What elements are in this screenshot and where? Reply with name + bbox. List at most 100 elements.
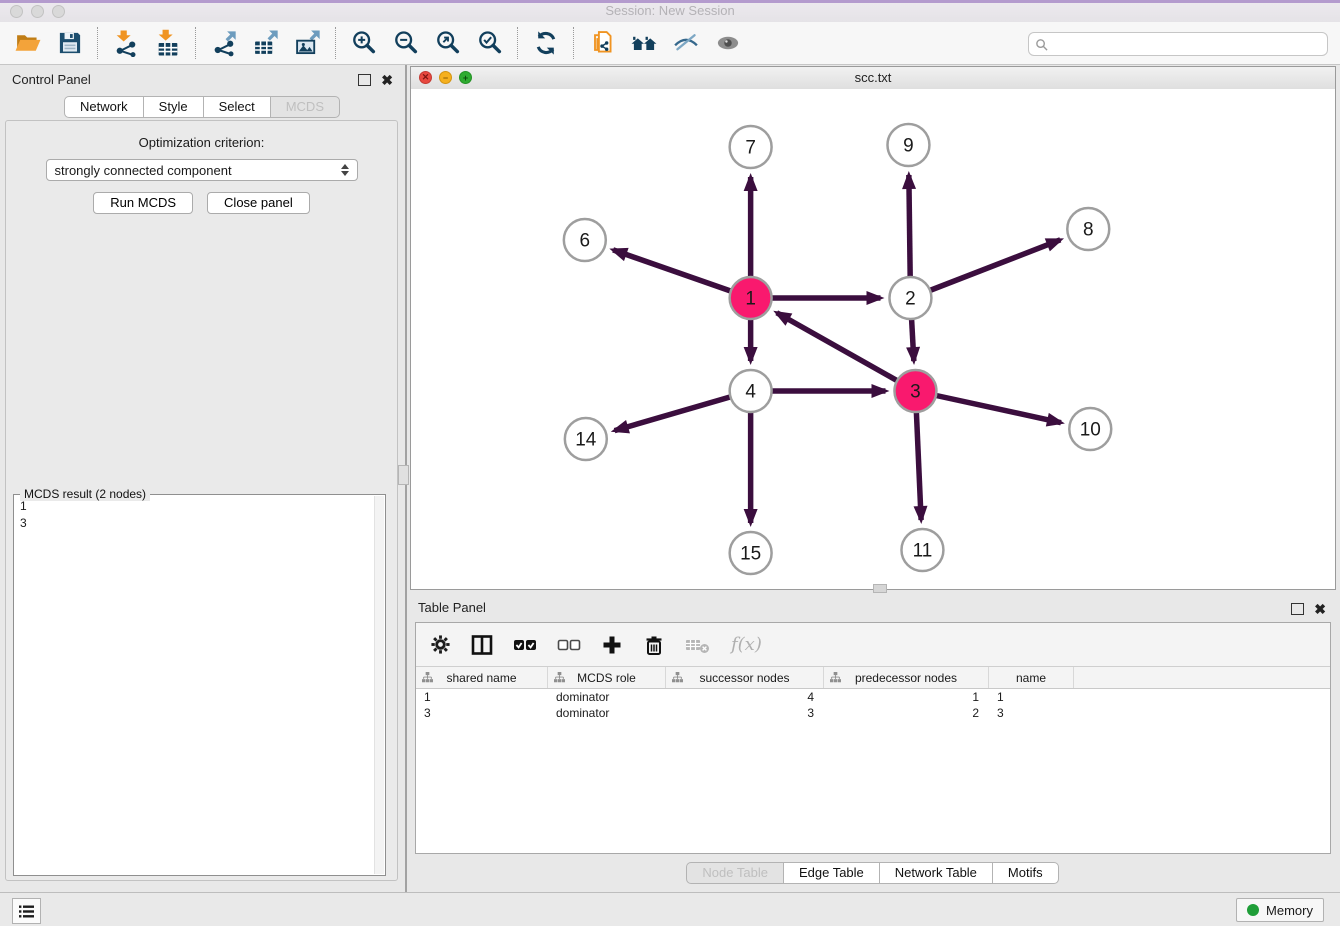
- table-panel: Table Panel ✖: [410, 595, 1336, 893]
- cell-shared-name[interactable]: 1: [416, 689, 548, 705]
- eye-icon: [714, 29, 742, 57]
- import-network-button[interactable]: [108, 25, 144, 61]
- network-canvas[interactable]: 1234678910111415: [411, 89, 1335, 589]
- column-header-filler: [1074, 667, 1330, 688]
- main-toolbar: [0, 22, 1340, 65]
- refresh-button[interactable]: [528, 25, 564, 61]
- node-label-1: 1: [745, 288, 756, 309]
- edge-3-10[interactable]: [915, 391, 1061, 423]
- column-header-mcds-role[interactable]: MCDS role: [548, 667, 666, 688]
- node-label-2: 2: [905, 288, 916, 309]
- tab-mcds[interactable]: MCDS: [270, 96, 340, 118]
- tab-select[interactable]: Select: [203, 96, 271, 118]
- eye-slash-icon: [672, 29, 700, 57]
- reset-layout-button[interactable]: [626, 25, 662, 61]
- column-label: predecessor nodes: [855, 671, 957, 685]
- table-row[interactable]: 3 dominator 3 2 3: [416, 705, 1330, 721]
- column-header-name[interactable]: name: [989, 667, 1074, 688]
- network-table-divider-grip[interactable]: [873, 584, 887, 593]
- cell-mcds-role[interactable]: dominator: [548, 705, 666, 721]
- delete-table-icon: [685, 634, 711, 656]
- edge-2-8[interactable]: [910, 240, 1060, 298]
- export-table-button[interactable]: [248, 25, 284, 61]
- memory-status-icon: [1247, 904, 1259, 916]
- panel-divider-grip[interactable]: [398, 465, 409, 485]
- zoom-in-button[interactable]: [346, 25, 382, 61]
- gear-icon: [430, 634, 451, 655]
- refresh-icon: [532, 29, 560, 57]
- network-view-title: scc.txt: [411, 67, 1335, 88]
- table-panel-title: Table Panel: [418, 595, 486, 621]
- window-title: Session: New Session: [0, 0, 1340, 22]
- import-table-button[interactable]: [150, 25, 186, 61]
- hide-panels-button[interactable]: [668, 25, 704, 61]
- function-builder-button[interactable]: f(x): [731, 634, 762, 655]
- toolbar-separator: [335, 27, 337, 59]
- toolbar-separator: [573, 27, 575, 59]
- column-header-successor-nodes[interactable]: successor nodes: [666, 667, 824, 688]
- column-label: MCDS role: [577, 671, 636, 685]
- zoom-selected-button[interactable]: [472, 25, 508, 61]
- duplicate-network-icon: [588, 29, 616, 57]
- show-columns-button[interactable]: [471, 634, 493, 656]
- table-panel-close-button[interactable]: ✖: [1314, 604, 1326, 614]
- cell-successor-nodes[interactable]: 4: [666, 689, 824, 705]
- table-toolbar: f(x): [416, 623, 1330, 667]
- memory-button[interactable]: Memory: [1236, 898, 1324, 922]
- mcds-result-box[interactable]: MCDS result (2 nodes) 1 3: [13, 494, 386, 876]
- cell-shared-name[interactable]: 3: [416, 705, 548, 721]
- column-header-shared-name[interactable]: shared name: [416, 667, 548, 688]
- export-image-button[interactable]: [290, 25, 326, 61]
- search-box[interactable]: [1028, 32, 1328, 56]
- column-header-predecessor-nodes[interactable]: predecessor nodes: [824, 667, 989, 688]
- status-menu-button[interactable]: [12, 898, 41, 924]
- column-type-icon: [554, 672, 565, 683]
- tab-edge-table[interactable]: Edge Table: [783, 862, 880, 884]
- tab-network-table[interactable]: Network Table: [879, 862, 993, 884]
- criterion-select[interactable]: strongly connected component: [46, 159, 358, 181]
- select-all-columns-button[interactable]: [513, 634, 537, 656]
- cell-name[interactable]: 1: [989, 689, 1074, 705]
- tab-motifs[interactable]: Motifs: [992, 862, 1059, 884]
- cell-mcds-role[interactable]: dominator: [548, 689, 666, 705]
- zoom-fit-button[interactable]: [430, 25, 466, 61]
- close-panel-button[interactable]: Close panel: [207, 192, 310, 214]
- table-panel-tabs: Node Table Edge Table Network Table Moti…: [410, 862, 1336, 884]
- export-network-icon: [210, 29, 238, 57]
- show-panels-button[interactable]: [710, 25, 746, 61]
- status-bar: Memory: [0, 892, 1340, 926]
- table-row[interactable]: 1 dominator 4 1 1: [416, 689, 1330, 705]
- column-label: name: [1016, 671, 1046, 685]
- open-session-button[interactable]: [10, 25, 46, 61]
- control-panel-tabs: Network Style Select MCDS: [0, 96, 405, 118]
- network-view-titlebar: ✕ − + scc.txt: [411, 67, 1335, 90]
- tab-node-table[interactable]: Node Table: [686, 862, 784, 884]
- export-network-button[interactable]: [206, 25, 242, 61]
- save-session-button[interactable]: [52, 25, 88, 61]
- search-input[interactable]: [1052, 36, 1321, 53]
- add-column-button[interactable]: [601, 634, 623, 656]
- cell-predecessor-nodes[interactable]: 1: [824, 689, 989, 705]
- tab-network[interactable]: Network: [64, 96, 144, 118]
- cell-successor-nodes[interactable]: 3: [666, 705, 824, 721]
- edge-3-1[interactable]: [777, 313, 916, 391]
- tab-style[interactable]: Style: [143, 96, 204, 118]
- table-options-button[interactable]: [430, 634, 451, 655]
- toolbar-separator: [97, 27, 99, 59]
- delete-table-button[interactable]: [685, 634, 711, 656]
- zoom-fit-icon: [434, 29, 462, 57]
- run-mcds-button[interactable]: Run MCDS: [93, 192, 193, 214]
- delete-columns-button[interactable]: [643, 634, 665, 656]
- zoom-out-button[interactable]: [388, 25, 424, 61]
- node-label-10: 10: [1080, 419, 1101, 440]
- list-icon: [18, 904, 35, 919]
- cell-name[interactable]: 3: [989, 705, 1074, 721]
- cell-predecessor-nodes[interactable]: 2: [824, 705, 989, 721]
- duplicate-network-button[interactable]: [584, 25, 620, 61]
- control-panel-float-button[interactable]: [358, 74, 371, 86]
- control-panel-close-button[interactable]: ✖: [381, 75, 393, 85]
- table-panel-float-button[interactable]: [1291, 603, 1304, 615]
- unselect-all-columns-button[interactable]: [557, 634, 581, 656]
- plus-icon: [601, 634, 623, 656]
- result-scrollbar[interactable]: [374, 496, 384, 874]
